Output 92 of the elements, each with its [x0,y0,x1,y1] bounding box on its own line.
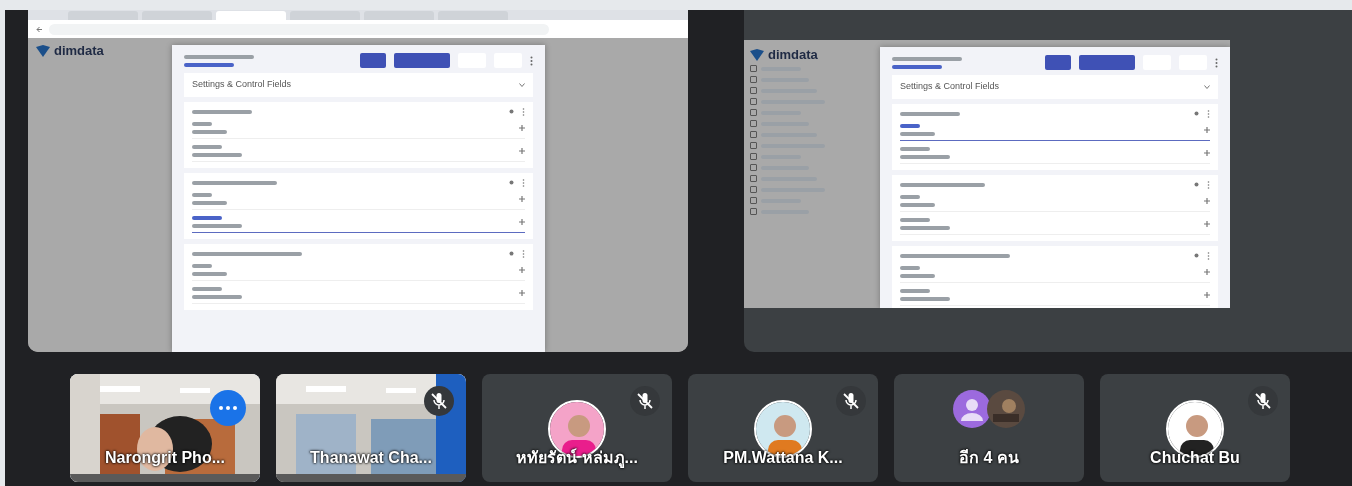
add-icon[interactable] [1204,291,1210,298]
add-icon[interactable] [519,266,525,273]
blurred-text [192,192,212,197]
blurred-text [192,121,212,126]
section-dropdown[interactable]: Settings & Control Fields [184,73,533,97]
kebab-menu-icon[interactable] [1207,180,1210,189]
blurred-text [900,146,930,151]
category-checkbox[interactable] [750,186,757,193]
category-checkbox[interactable] [750,109,757,116]
add-icon[interactable] [1204,197,1210,204]
blurred-text [900,273,935,278]
blurred-text [192,271,227,276]
blurred-text [900,202,935,207]
category-checkbox[interactable] [750,65,757,72]
visibility-icon [509,180,514,185]
category-checkbox[interactable] [750,131,757,138]
blurred-text [192,152,242,157]
add-icon[interactable] [1204,126,1210,133]
blurred-text [900,131,935,136]
kebab-menu-icon[interactable] [1207,251,1210,260]
blurred-text [892,56,962,61]
back-arrow-icon[interactable] [36,25,43,33]
add-icon[interactable] [519,124,525,131]
blurred-text [900,265,920,270]
add-icon[interactable] [1204,149,1210,156]
visibility-icon [509,251,514,256]
participant-name: Thanawat Cha... [309,448,433,468]
shield-logo-icon [750,48,764,61]
blurred-text [184,54,254,59]
more-dots-icon [219,406,237,410]
category-checkbox[interactable] [750,142,757,149]
participant-tile[interactable]: PM.Wattana K... [688,374,878,482]
person-avatar-icon [953,390,991,428]
blurred-text [192,286,222,291]
section-dropdown[interactable]: Settings & Control Fields [892,75,1218,99]
kebab-menu-icon[interactable] [1207,109,1210,118]
kebab-menu-icon[interactable] [530,55,533,66]
blurred-text [900,123,920,128]
kebab-menu-icon[interactable] [1215,57,1218,68]
category-checkbox[interactable] [750,164,757,171]
chevron-down-icon [519,82,525,87]
blurred-text [900,288,930,293]
visibility-icon [1194,111,1199,116]
participant-name: อีก 4 คน [958,448,1020,468]
participant-tile[interactable]: หทัยรัตน์ หล่มภู... [482,374,672,482]
logo-text: dimdata [54,44,104,57]
blurred-text [192,109,252,114]
blurred-text [900,217,930,222]
category-checkbox[interactable] [750,153,757,160]
kebab-menu-icon[interactable] [522,249,525,258]
subfield-input[interactable] [192,215,525,233]
shield-logo-icon [36,44,50,57]
participant-tile[interactable]: Chuchat Bu [1100,374,1290,482]
add-icon[interactable] [519,195,525,202]
blurred-text [192,215,222,220]
add-icon[interactable] [519,289,525,296]
category-checkbox[interactable] [750,175,757,182]
chevron-down-icon [1204,84,1210,89]
add-icon[interactable] [1204,220,1210,227]
visibility-icon [1194,253,1199,258]
add-icon[interactable] [1204,268,1210,275]
blurred-text [900,225,950,230]
blurred-text [192,200,227,205]
category-checkbox[interactable] [750,197,757,204]
participant-name: PM.Wattana K... [722,448,844,468]
logo-text: dimdata [768,48,818,61]
category-checkbox[interactable] [750,87,757,94]
blurred-text [900,154,950,159]
blurred-text [900,111,960,116]
participant-name: Chuchat Bu [1149,448,1241,468]
subfield-input[interactable] [900,123,1210,141]
blurred-text [192,144,222,149]
participant-name: หทัยรัตน์ หล่มภู... [515,447,639,470]
add-icon[interactable] [519,147,525,154]
participant-tile[interactable]: อีก 4 คน [894,374,1084,482]
kebab-menu-icon[interactable] [522,107,525,116]
blurred-text [192,223,242,228]
category-checkbox[interactable] [750,120,757,127]
blurred-text [192,263,212,268]
blurred-text [900,296,950,301]
visibility-icon [1194,182,1199,187]
add-icon[interactable] [519,218,525,225]
category-checkbox[interactable] [750,208,757,215]
blurred-text [184,62,234,67]
blurred-text [900,194,920,199]
category-checkbox[interactable] [750,98,757,105]
blurred-text [192,294,242,299]
blurred-text [892,64,942,69]
kebab-menu-icon[interactable] [522,178,525,187]
category-checkbox[interactable] [750,76,757,83]
blurred-text [192,129,227,134]
visibility-icon [509,109,514,114]
